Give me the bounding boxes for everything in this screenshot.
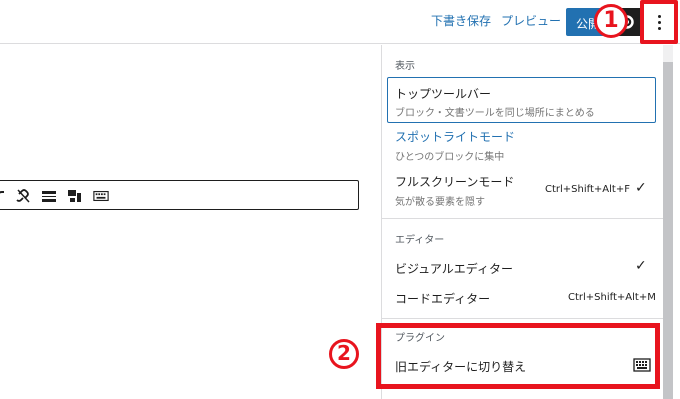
menu-scrollbar-thumb[interactable] bbox=[663, 62, 673, 399]
spotlight-mode-desc: ひとつのブロックに集中 bbox=[395, 152, 505, 163]
visual-editor-item[interactable]: ビジュアルエディター bbox=[395, 260, 513, 277]
top-toolbar-label: トップツールバー bbox=[395, 87, 492, 101]
annotation-highlight-menu-button bbox=[640, 0, 678, 44]
block-toolbar bbox=[0, 180, 359, 210]
read-more-icon[interactable] bbox=[41, 188, 57, 204]
annotation-number: 1 bbox=[603, 8, 619, 33]
code-editor-shortcut: Ctrl+Shift+Alt+M bbox=[568, 292, 656, 303]
code-editor-item[interactable]: コードエディター bbox=[395, 290, 490, 307]
spotlight-mode-item[interactable]: スポットライトモード bbox=[395, 128, 515, 145]
insert-more-icon[interactable] bbox=[67, 188, 83, 204]
link-icon[interactable] bbox=[0, 188, 11, 204]
fullscreen-check-icon: ✓ bbox=[635, 180, 647, 196]
top-toolbar-desc: ブロック・文書ツールを同じ場所にまとめる bbox=[395, 108, 595, 119]
annotation-marker-1: 1 bbox=[594, 4, 628, 38]
annotation-number: 2 bbox=[337, 341, 351, 365]
annotation-highlight-plugins bbox=[376, 323, 660, 389]
unlink-icon[interactable] bbox=[15, 188, 31, 204]
editor-group-label: エディター bbox=[395, 235, 445, 246]
save-draft-button[interactable]: 下書き保存 bbox=[431, 12, 491, 29]
editor-header: 下書き保存 プレビュー 公開 bbox=[0, 0, 680, 44]
keyboard-icon[interactable] bbox=[93, 188, 109, 204]
fullscreen-mode-item[interactable]: フルスクリーンモード bbox=[395, 173, 514, 190]
fullscreen-shortcut: Ctrl+Shift+Alt+F bbox=[545, 184, 630, 195]
visual-editor-check-icon: ✓ bbox=[635, 258, 647, 274]
menu-divider bbox=[381, 318, 663, 319]
annotation-marker-2: 2 bbox=[329, 339, 359, 369]
preview-button[interactable]: プレビュー bbox=[501, 12, 561, 29]
view-group-label: 表示 bbox=[395, 61, 415, 72]
menu-divider bbox=[381, 218, 663, 219]
fullscreen-mode-desc: 気が散る要素を隠す bbox=[395, 197, 485, 208]
